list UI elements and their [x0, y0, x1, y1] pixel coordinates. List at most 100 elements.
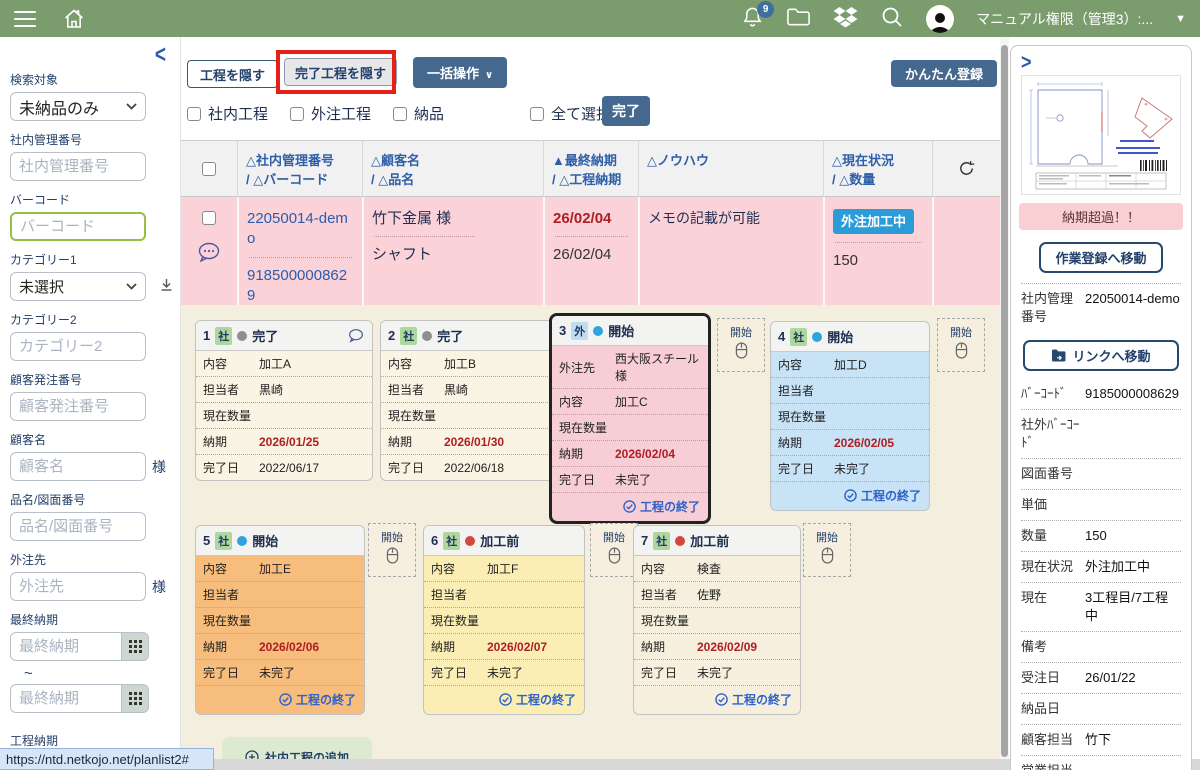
process-card-1[interactable]: 1社完了内容加工A担当者黒崎現在数量納期2026/01/25完了日2022/06…	[195, 320, 373, 481]
app-screen: 9 マニュアル権限（管理3）:... ▼ < 検索対象 未納品のみ 社内管	[0, 0, 1200, 770]
card-field-label: 内容	[388, 355, 444, 372]
header-due[interactable]: ▲最終納期/ △工程納期	[543, 141, 638, 196]
hide-process-button[interactable]: 工程を隠す	[187, 60, 278, 88]
goto-link-button[interactable]: リンクへ移動	[1023, 340, 1179, 371]
home-icon[interactable]	[62, 7, 86, 31]
process-number: 6	[431, 533, 438, 548]
barcode-link[interactable]: 9185000008629	[247, 266, 354, 306]
vertical-scrollbar[interactable]	[1000, 37, 1009, 770]
calendar-icon[interactable]	[122, 684, 149, 713]
header-customer[interactable]: △顧客名/ △品名	[362, 141, 543, 196]
mouse-icon	[955, 342, 968, 359]
header-internal-no[interactable]: △社内管理番号/ △バーコード	[237, 141, 362, 196]
start-drop-zone[interactable]: 開始	[717, 318, 765, 372]
finish-process-link[interactable]: 工程の終了	[424, 686, 584, 714]
date-range-separator: ~	[24, 665, 180, 682]
card-field-row: 納期2026/01/30	[381, 429, 554, 455]
user-menu-caret-icon[interactable]: ▼	[1175, 13, 1186, 25]
finish-process-link[interactable]: 工程の終了	[771, 482, 929, 510]
process-card-2[interactable]: 2社完了内容加工B担当者黒崎現在数量納期2026/01/30完了日2022/06…	[380, 320, 555, 481]
process-card-4[interactable]: 4社開始内容加工D担当者現在数量納期2026/02/05完了日未完了工程の終了	[770, 321, 930, 511]
process-card-7[interactable]: 7社加工前内容検査担当者佐野現在数量納期2026/02/09完了日未完了工程の終…	[633, 525, 801, 715]
checkbox-delivery[interactable]	[393, 107, 407, 121]
table-row[interactable]: 22050014-demo 9185000008629 竹下金属 様 シャフト …	[181, 197, 1000, 306]
start-drop-zone[interactable]: 開始	[937, 318, 985, 372]
process-status: 開始	[252, 531, 278, 550]
mouse-icon	[386, 547, 399, 564]
easy-register-button[interactable]: かんたん登録	[891, 60, 997, 87]
mouse-icon	[735, 342, 748, 359]
comment-bubble-icon[interactable]	[347, 328, 365, 344]
internal-no-input[interactable]	[10, 152, 146, 181]
checkbox-outsourced-process[interactable]	[290, 107, 304, 121]
final-due-from-input[interactable]	[10, 632, 122, 661]
detail-label: 数量	[1021, 527, 1085, 545]
start-drop-zone[interactable]: 開始	[590, 523, 638, 577]
process-card-header: 3外開始	[552, 316, 708, 346]
search-target-select[interactable]: 未納品のみ	[10, 92, 146, 121]
checkbox-select-all[interactable]	[530, 107, 544, 121]
category1-select[interactable]: 未選択	[10, 272, 146, 301]
goto-work-register-button[interactable]: 作業登録へ移動	[1039, 242, 1162, 273]
row-checkbox[interactable]	[202, 211, 216, 225]
menu-icon[interactable]	[14, 11, 36, 27]
scrollbar-thumb[interactable]	[1001, 45, 1008, 757]
barcode-input[interactable]	[10, 212, 146, 241]
final-due-to-input[interactable]	[10, 684, 122, 713]
refresh-icon[interactable]	[932, 141, 1000, 196]
card-field-row: 内容加工A	[196, 351, 372, 377]
category-expand-icon[interactable]	[160, 278, 173, 295]
detail-label: 営業担当	[1021, 762, 1085, 770]
folder-icon[interactable]	[786, 6, 811, 31]
header-status[interactable]: △現在状況/ △数量	[823, 141, 932, 196]
process-card-6[interactable]: 6社加工前内容加工F担当者現在数量納期2026/02/07完了日未完了工程の終了	[423, 525, 585, 715]
status-dot-icon	[237, 331, 247, 341]
drawing-thumbnail[interactable]	[1021, 75, 1181, 195]
detail-label: ﾊﾞｰｺｰﾄﾞ	[1021, 385, 1085, 403]
process-card-3[interactable]: 3外開始外注先西大阪スチール様内容加工C現在数量納期2026/02/04完了日未…	[549, 313, 711, 524]
header-checkbox[interactable]	[202, 162, 216, 176]
outsourcer-input[interactable]	[10, 572, 146, 601]
card-field-row: 担当者黒崎	[381, 377, 554, 403]
sidebar-collapse-icon[interactable]: <	[155, 42, 166, 71]
notification-count-badge: 9	[757, 1, 774, 18]
start-drop-zone[interactable]: 開始	[803, 523, 851, 577]
card-field-row: 内容加工E	[196, 556, 364, 582]
finish-process-link[interactable]: 工程の終了	[634, 686, 800, 714]
status-dot-icon	[593, 326, 603, 336]
card-field-label: 担当者	[778, 382, 834, 399]
start-drop-zone[interactable]: 開始	[368, 523, 416, 577]
internal-no-link[interactable]: 22050014-demo	[247, 209, 354, 249]
avatar[interactable]	[926, 5, 954, 33]
calendar-icon[interactable]	[122, 632, 149, 661]
customer-order-no-input[interactable]	[10, 392, 146, 421]
card-field-value: 加工A	[259, 355, 291, 372]
dropbox-icon[interactable]	[833, 5, 858, 32]
comment-bubble-icon[interactable]	[196, 241, 222, 270]
card-field-label: 担当者	[641, 586, 697, 603]
checkbox-internal-process[interactable]	[187, 107, 201, 121]
bulk-action-button[interactable]: 一括操作∨	[413, 57, 507, 88]
customer-name: 竹下金属 様	[372, 209, 535, 228]
finish-process-link[interactable]: 工程の終了	[196, 686, 364, 714]
complete-button[interactable]: 完了	[602, 96, 650, 126]
card-field-row: 完了日2022/06/17	[196, 455, 372, 480]
category2-input[interactable]	[10, 332, 146, 361]
card-field-value: 加工D	[834, 356, 867, 373]
card-field-label: 内容	[203, 355, 259, 372]
header-knowhow[interactable]: △ノウハウ	[638, 141, 823, 196]
status-dot-icon	[812, 332, 822, 342]
finish-process-link[interactable]: 工程の終了	[552, 493, 708, 521]
card-field-value: 未完了	[615, 471, 651, 488]
browser-status-bar: https://ntd.netkojo.net/planlist2#	[0, 748, 214, 770]
hide-completed-button[interactable]: 完了工程を隠す	[284, 58, 397, 86]
check-circle-icon	[844, 489, 857, 502]
process-card-5[interactable]: 5社開始内容加工E担当者現在数量納期2026/02/06完了日未完了工程の終了	[195, 525, 365, 715]
notifications-bell-icon[interactable]: 9	[741, 5, 764, 32]
customer-name-input[interactable]	[10, 452, 146, 481]
product-no-input[interactable]	[10, 512, 146, 541]
process-status: 開始	[827, 327, 853, 346]
panel-expand-icon[interactable]: >	[1021, 50, 1032, 75]
search-icon[interactable]	[880, 5, 904, 32]
card-field-label: 担当者	[431, 586, 487, 603]
